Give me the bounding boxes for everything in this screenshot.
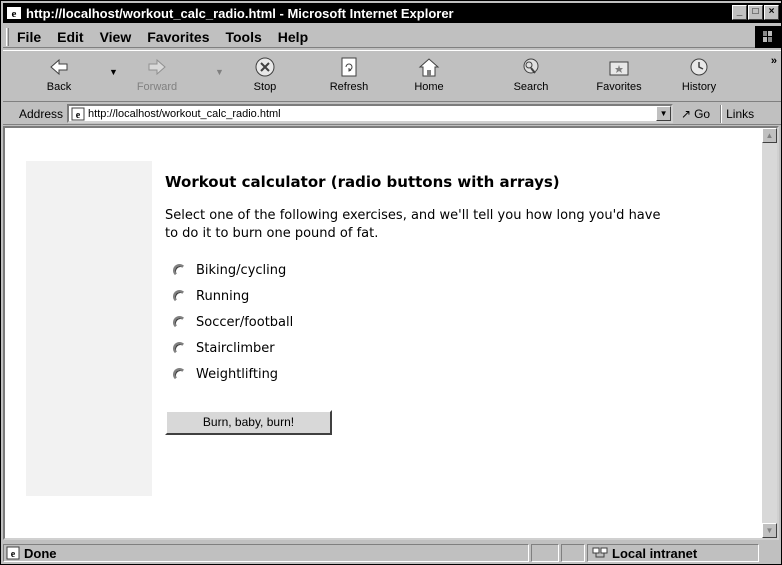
stop-button[interactable]: Stop <box>229 54 301 100</box>
forward-dropdown-icon[interactable]: ▼ <box>215 67 224 77</box>
search-icon <box>523 58 539 74</box>
option-label: Running <box>196 288 250 304</box>
page-icon: e <box>71 107 85 121</box>
stop-label: Stop <box>253 81 277 93</box>
option-stairclimber[interactable]: Stairclimber <box>173 335 725 361</box>
links-separator <box>720 104 723 123</box>
forward-label: Forward <box>136 81 178 93</box>
radio-biking[interactable] <box>173 263 186 277</box>
menu-bar: File Edit View Favorites Tools Help <box>3 26 781 48</box>
radio-stairclimber[interactable] <box>173 341 186 355</box>
history-icon <box>690 58 708 76</box>
search-label: Search <box>513 81 549 93</box>
status-main: e Done <box>3 544 529 562</box>
menu-edit[interactable]: Edit <box>57 29 83 45</box>
history-label: History <box>681 81 717 93</box>
scroll-down-icon[interactable]: ▼ <box>762 523 777 538</box>
menu-grip[interactable] <box>6 27 9 46</box>
svg-text:e: e <box>12 8 17 20</box>
scroll-up-icon[interactable]: ▲ <box>762 128 777 143</box>
zone-label: Local intranet <box>612 545 698 561</box>
intro-text: Select one of the following exercises, a… <box>165 208 661 241</box>
back-arrow-icon <box>50 58 68 76</box>
favorites-label: Favorites <box>596 81 642 93</box>
back-label: Back <box>46 81 72 93</box>
page-sidebar <box>26 161 152 496</box>
vertical-scrollbar[interactable]: ▲ ▼ <box>762 128 777 538</box>
address-dropdown-icon[interactable]: ▼ <box>656 106 672 121</box>
forward-arrow-icon <box>148 58 166 76</box>
forward-button[interactable]: Forward <box>121 54 193 100</box>
go-label: Go <box>694 106 711 121</box>
address-url: http://localhost/workout_calc_radio.html <box>88 107 281 120</box>
favorites-folder-icon <box>609 61 629 76</box>
stop-icon <box>255 57 275 77</box>
title-bar[interactable]: e http://localhost/workout_calc_radio.ht… <box>3 3 781 23</box>
minimize-button[interactable]: _ <box>732 5 747 20</box>
standard-toolbar: Back ▼ Forward ▼ Stop Refresh Home Searc… <box>3 50 781 102</box>
status-text: Done <box>24 545 57 561</box>
go-button[interactable]: ↗ Go <box>681 107 710 121</box>
svg-text:e: e <box>76 110 81 121</box>
option-weightlifting[interactable]: Weightlifting <box>173 361 725 387</box>
option-running[interactable]: Running <box>173 283 725 309</box>
toolbar-more-icon[interactable]: » <box>771 55 777 67</box>
page-content: Workout calculator (radio buttons with a… <box>165 173 725 435</box>
status-zone: Local intranet <box>587 544 759 562</box>
home-icon <box>418 58 440 77</box>
intranet-icon <box>592 547 608 558</box>
window-title: http://localhost/workout_calc_radio.html… <box>26 5 454 21</box>
option-label: Weightlifting <box>196 366 279 382</box>
status-bar: e Done Local intranet <box>3 542 781 564</box>
option-biking[interactable]: Biking/cycling <box>173 257 725 283</box>
option-soccer[interactable]: Soccer/football <box>173 309 725 335</box>
search-button[interactable]: Search <box>495 54 567 100</box>
burn-button[interactable]: Burn, baby, burn! <box>165 410 332 435</box>
back-dropdown-icon[interactable]: ▼ <box>109 67 118 77</box>
home-label: Home <box>414 81 444 93</box>
status-pane-empty-2 <box>561 544 585 562</box>
svg-text:e: e <box>11 549 16 560</box>
links-button[interactable]: Links <box>726 107 754 121</box>
refresh-icon <box>341 57 357 77</box>
menu-tools[interactable]: Tools <box>225 29 261 45</box>
option-label: Biking/cycling <box>196 262 287 278</box>
refresh-button[interactable]: Refresh <box>313 54 385 100</box>
menu-favorites[interactable]: Favorites <box>147 29 209 45</box>
close-button[interactable]: × <box>764 5 779 20</box>
radio-soccer[interactable] <box>173 315 186 329</box>
home-button[interactable]: Home <box>393 54 465 100</box>
ie-logo-icon: e <box>7 7 21 20</box>
radio-running[interactable] <box>173 289 186 303</box>
back-button[interactable]: Back <box>23 54 95 100</box>
option-label: Stairclimber <box>196 340 275 356</box>
address-label: Address <box>19 106 64 121</box>
page-heading: Workout calculator (radio buttons with a… <box>165 173 560 191</box>
browser-window: e http://localhost/workout_calc_radio.ht… <box>0 0 782 565</box>
address-bar: Address e http://localhost/workout_calc_… <box>3 103 781 125</box>
address-input[interactable]: e http://localhost/workout_calc_radio.ht… <box>67 104 674 123</box>
option-label: Soccer/football <box>196 314 294 330</box>
history-button[interactable]: History <box>663 54 735 100</box>
favorites-button[interactable]: Favorites <box>583 54 655 100</box>
menu-view[interactable]: View <box>100 29 132 45</box>
page-viewport[interactable]: Workout calculator (radio buttons with a… <box>3 126 779 540</box>
go-arrow-icon: ↗ <box>681 106 692 121</box>
status-pane-empty-1 <box>531 544 559 562</box>
menu-file[interactable]: File <box>17 29 41 45</box>
page-done-icon: e <box>6 546 20 560</box>
maximize-button[interactable]: □ <box>748 5 763 20</box>
menu-help[interactable]: Help <box>278 29 308 45</box>
windows-logo-icon <box>755 26 781 48</box>
radio-weightlifting[interactable] <box>173 367 186 381</box>
refresh-label: Refresh <box>329 81 369 93</box>
